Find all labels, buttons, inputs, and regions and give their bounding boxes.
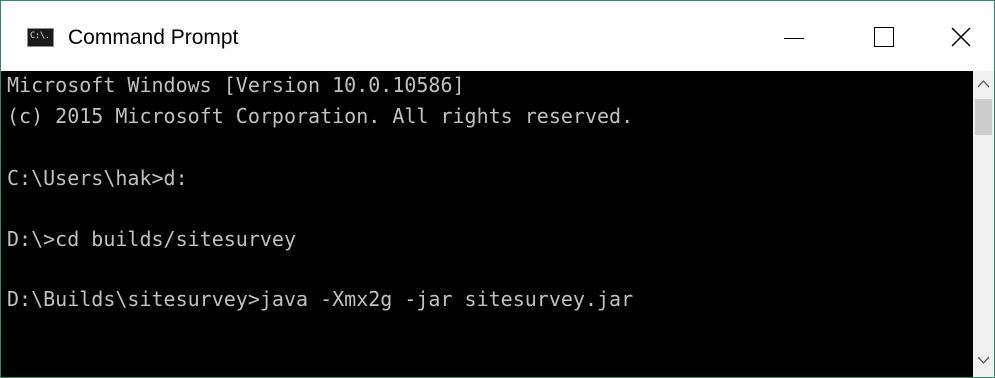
title-bar[interactable]: C:\. Command Prompt <box>1 1 994 71</box>
console-line: Microsoft Windows [Version 10.0.10586] <box>7 73 465 97</box>
window-title: Command Prompt <box>68 26 239 49</box>
console-line: (c) 2015 Microsoft Corporation. All righ… <box>7 104 634 128</box>
close-icon <box>951 27 971 47</box>
close-button[interactable] <box>904 1 994 71</box>
console-line: C:\Users\hak>d: <box>7 166 188 190</box>
cmd-icon-glyph: C:\. <box>30 31 50 41</box>
console-line: D:\>cd builds/sitesurvey <box>7 227 296 251</box>
console-line: D:\Builds\sitesurvey>java -Xmx2g -jar si… <box>7 287 634 311</box>
scrollbar-thumb[interactable] <box>975 99 992 135</box>
minimize-icon <box>784 38 804 39</box>
command-prompt-window: C:\. Command Prompt Microsoft Windows [V… <box>0 0 995 378</box>
console-output[interactable]: Microsoft Windows [Version 10.0.10586] (… <box>1 71 973 377</box>
vertical-scrollbar[interactable] <box>973 71 994 377</box>
minimize-button[interactable] <box>754 1 844 71</box>
cmd-icon: C:\. <box>27 28 54 47</box>
maximize-icon <box>874 27 894 47</box>
scroll-up-icon[interactable] <box>977 79 990 88</box>
scroll-down-icon[interactable] <box>977 356 990 365</box>
